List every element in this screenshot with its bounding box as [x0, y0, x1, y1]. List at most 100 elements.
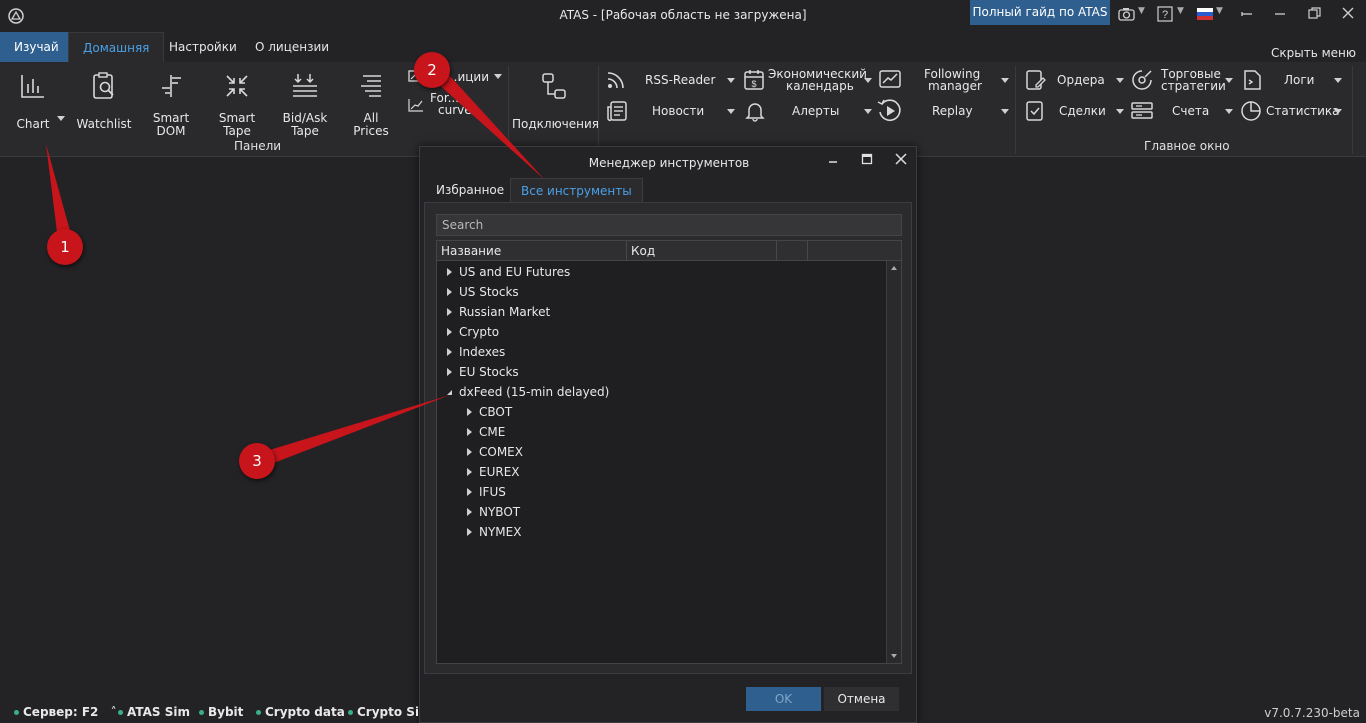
smart-dom-button[interactable]: Smart DOM — [146, 68, 196, 138]
tree-exchange-row[interactable]: EUREX — [437, 462, 885, 482]
vertical-scrollbar[interactable] — [886, 261, 901, 663]
tree-exchange-row[interactable]: IFUS — [437, 482, 885, 502]
collapsed-arrow-icon[interactable] — [467, 488, 472, 496]
tab-learn[interactable]: Изучай — [0, 32, 73, 62]
server-status[interactable]: Сервер: F2 ˄ — [14, 705, 117, 719]
cancel-button[interactable]: Отмена — [824, 687, 899, 711]
scroll-down-arrow-icon[interactable] — [891, 654, 897, 658]
camera-menu-caret[interactable]: ▼ — [1138, 6, 1145, 16]
chart-dropdown-caret[interactable] — [57, 116, 65, 121]
alerts-dropdown-caret[interactable] — [864, 109, 872, 114]
deals-dropdown-caret[interactable] — [1116, 109, 1124, 114]
chevron-up-icon[interactable]: ˄ — [111, 705, 117, 719]
smart-tape-button[interactable]: Smart Tape — [212, 68, 262, 138]
help-icon[interactable]: ? — [1157, 6, 1173, 22]
following-manager-label-line2[interactable]: manager — [928, 80, 982, 92]
positions-dropdown-caret[interactable] — [494, 74, 502, 79]
help-menu-caret[interactable]: ▼ — [1177, 6, 1184, 16]
search-input[interactable]: Search — [436, 214, 902, 236]
statistics-label[interactable]: Статистика — [1266, 105, 1340, 117]
collapsed-arrow-icon[interactable] — [467, 428, 472, 436]
accounts-label[interactable]: Счета — [1172, 105, 1209, 117]
economic-calendar-label-line2[interactable]: календарь — [786, 80, 854, 92]
column-header-code[interactable]: Код — [627, 241, 655, 261]
dialog-maximize-icon[interactable] — [861, 153, 873, 165]
collapsed-arrow-icon[interactable] — [467, 468, 472, 476]
deals-label[interactable]: Сделки — [1059, 105, 1106, 117]
collapsed-arrow-icon[interactable] — [447, 348, 452, 356]
logs-dropdown-caret[interactable] — [1334, 78, 1342, 83]
orders-dropdown-caret[interactable] — [1116, 78, 1124, 83]
accounts-dropdown-caret[interactable] — [1225, 109, 1233, 114]
all-prices-button[interactable]: All Prices — [346, 68, 396, 138]
tree-exchange-row[interactable]: CBOT — [437, 402, 885, 422]
news-label[interactable]: Новости — [652, 105, 704, 117]
tab-settings[interactable]: Настройки — [155, 32, 251, 62]
collapsed-arrow-icon[interactable] — [447, 368, 452, 376]
minimize-icon[interactable] — [1240, 8, 1254, 20]
news-dropdown-caret[interactable] — [727, 109, 735, 114]
column-divider[interactable] — [776, 241, 777, 261]
column-divider[interactable] — [807, 241, 808, 261]
tree-exchange-row[interactable]: NYMEX — [437, 522, 885, 542]
ok-button[interactable]: OK — [746, 687, 821, 711]
collapsed-arrow-icon[interactable] — [467, 528, 472, 536]
statistics-dropdown-caret[interactable] — [1334, 109, 1342, 114]
chart-button[interactable]: Chart — [10, 68, 56, 131]
collapsed-arrow-icon[interactable] — [467, 448, 472, 456]
trading-strategies-label-line2[interactable]: стратегии — [1161, 80, 1226, 92]
restore-icon[interactable] — [1308, 7, 1321, 20]
collapsed-arrow-icon[interactable] — [447, 308, 452, 316]
connection-status-bybit[interactable]: Bybit — [199, 705, 243, 719]
dialog-minimize-icon[interactable] — [827, 155, 839, 167]
economic-calendar-dropdown-caret[interactable] — [864, 78, 872, 83]
collapsed-arrow-icon[interactable] — [447, 288, 452, 296]
connection-status-crypto-sim[interactable]: Crypto Sim — [348, 705, 418, 719]
tree-exchange-row[interactable]: NYBOT — [437, 502, 885, 522]
tree-category-row[interactable]: US and EU Futures — [437, 262, 885, 282]
collapsed-arrow-icon[interactable] — [447, 268, 452, 276]
connection-status-crypto-data[interactable]: Crypto data — [256, 705, 345, 719]
replay-dropdown-caret[interactable] — [1001, 109, 1009, 114]
replay-label[interactable]: Replay — [932, 105, 973, 117]
language-flag-icon[interactable] — [1197, 8, 1213, 20]
tab-home[interactable]: Домашняя — [68, 32, 165, 62]
logs-label[interactable]: Логи — [1284, 74, 1314, 86]
tab-license[interactable]: О лицензии — [241, 32, 343, 62]
tree-category-row[interactable]: Indexes — [437, 342, 885, 362]
expanded-arrow-icon[interactable] — [447, 390, 452, 395]
tree-exchange-row[interactable]: CME — [437, 422, 885, 442]
collapsed-arrow-icon[interactable] — [467, 408, 472, 416]
trading-strategies-dropdown-caret[interactable] — [1225, 78, 1233, 83]
language-menu-caret[interactable]: ▼ — [1216, 6, 1223, 16]
tree-category-row[interactable]: US Stocks — [437, 282, 885, 302]
watchlist-button[interactable]: Watchlist — [74, 68, 134, 131]
alerts-label[interactable]: Алерты — [792, 105, 839, 117]
full-guide-button[interactable]: Полный гайд по ATAS — [970, 0, 1110, 25]
connection-status-atas-sim[interactable]: ATAS Sim — [118, 705, 190, 719]
close-icon[interactable] — [1342, 7, 1354, 19]
tree-category-row[interactable]: Russian Market — [437, 302, 885, 322]
orders-label[interactable]: Ордера — [1057, 74, 1105, 86]
column-header-name[interactable]: Название — [437, 241, 501, 261]
following-manager-dropdown-caret[interactable] — [1001, 78, 1009, 83]
tree-category-row[interactable]: EU Stocks — [437, 362, 885, 382]
positions-label[interactable]: ...иции — [446, 71, 489, 83]
tab-all-instruments[interactable]: Все инструменты — [510, 178, 643, 203]
camera-icon[interactable] — [1118, 7, 1135, 21]
collapsed-arrow-icon[interactable] — [467, 508, 472, 516]
bid-ask-tape-button[interactable]: Bid/Ask Tape — [278, 68, 332, 138]
forward-curve-label-line2[interactable]: curve — [438, 104, 472, 116]
tab-favorites[interactable]: Избранное — [426, 178, 514, 203]
rss-dropdown-caret[interactable] — [727, 78, 735, 83]
tree-category-row[interactable]: Crypto — [437, 322, 885, 342]
scroll-up-arrow-icon[interactable] — [891, 266, 897, 270]
connections-button[interactable]: Подключения — [512, 68, 599, 131]
dialog-close-icon[interactable] — [895, 153, 907, 165]
rss-reader-label[interactable]: RSS-Reader — [645, 74, 715, 86]
hide-menu-link[interactable]: Скрыть меню — [1271, 46, 1356, 60]
minimize-window-icon[interactable] — [1274, 8, 1286, 20]
collapsed-arrow-icon[interactable] — [447, 328, 452, 336]
tree-category-row[interactable]: dxFeed (15-min delayed) — [437, 382, 885, 402]
tree-exchange-row[interactable]: COMEX — [437, 442, 885, 462]
